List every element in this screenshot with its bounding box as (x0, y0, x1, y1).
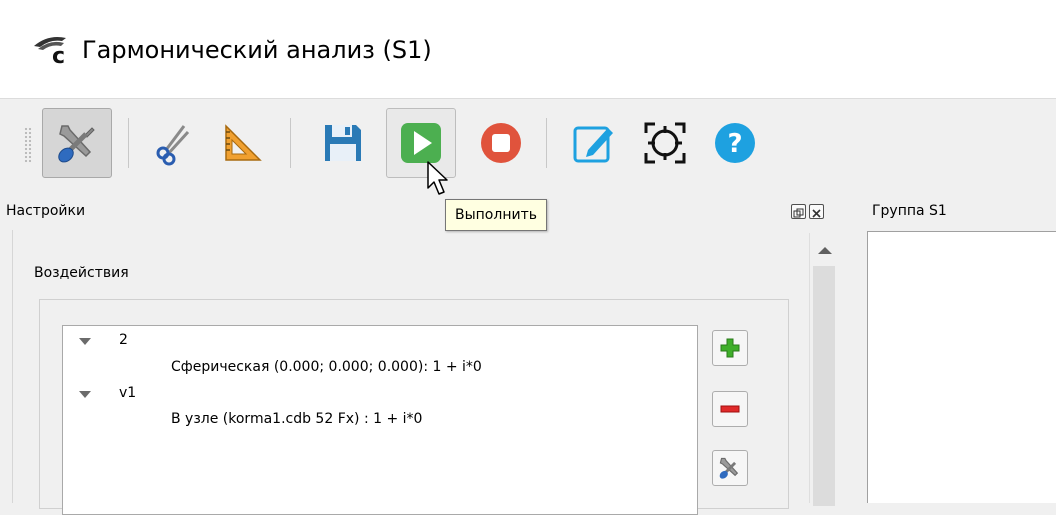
section-label: Воздействия (34, 265, 129, 281)
stop-button[interactable] (466, 108, 536, 178)
mouse-cursor-icon (427, 161, 448, 195)
tree-item[interactable]: В узле (korma1.cdb 52 Fx) : 1 + i*0 (171, 410, 422, 428)
focus-button[interactable] (630, 108, 700, 178)
toolbar-grip[interactable] (24, 127, 32, 163)
edit-icon (573, 126, 613, 163)
help-icon: ? (715, 123, 755, 163)
float-panel-icon[interactable] (791, 204, 806, 219)
svg-text:?: ? (727, 129, 742, 159)
svg-text:c: c (52, 44, 65, 64)
measure-button[interactable] (208, 108, 278, 178)
ruler-triangle-icon (225, 124, 262, 161)
configure-button[interactable] (712, 450, 748, 486)
toolbar-separator (546, 118, 547, 168)
tree-item[interactable]: v1 (119, 384, 136, 402)
settings-tools-icon (719, 457, 739, 479)
toolbar-separator (290, 118, 291, 168)
actions-tree[interactable]: 2 Сферическая (0.000; 0.000; 0.000): 1 +… (62, 325, 698, 515)
add-button[interactable] (712, 330, 748, 366)
help-button[interactable]: ? (700, 108, 770, 178)
settings-tools-button[interactable] (42, 108, 112, 178)
vertical-scrollbar[interactable] (809, 233, 839, 506)
tree-item[interactable]: 2 (119, 331, 128, 349)
settings-panel-title: Настройки (6, 203, 86, 219)
stop-icon (481, 123, 521, 163)
dock-controls (791, 204, 835, 220)
cut-button[interactable] (138, 108, 208, 178)
scroll-thumb[interactable] (813, 266, 835, 506)
save-button[interactable] (308, 108, 378, 178)
close-panel-icon[interactable] (809, 204, 824, 219)
expand-arrow-icon[interactable] (79, 391, 91, 398)
edit-button[interactable] (558, 108, 628, 178)
group-panel-title: Группа S1 (872, 203, 947, 219)
tree-item[interactable]: Сферическая (0.000; 0.000; 0.000): 1 + i… (171, 358, 482, 376)
toolbar-separator (128, 118, 129, 168)
remove-icon (720, 405, 740, 413)
group-panel (867, 231, 1056, 503)
remove-button[interactable] (712, 391, 748, 427)
add-icon (720, 338, 740, 358)
title-bar: c Гармонический анализ (S1) (0, 0, 1056, 99)
save-icon (325, 125, 361, 161)
settings-tools-icon (58, 125, 95, 163)
expand-arrow-icon[interactable] (79, 338, 91, 345)
window-title: Гармонический анализ (S1) (82, 36, 432, 64)
target-icon (644, 122, 686, 164)
app-logo-icon: c (34, 37, 66, 64)
tooltip: Выполнить (445, 199, 547, 231)
scissors-icon (156, 125, 190, 166)
scroll-up-icon[interactable] (818, 247, 832, 254)
